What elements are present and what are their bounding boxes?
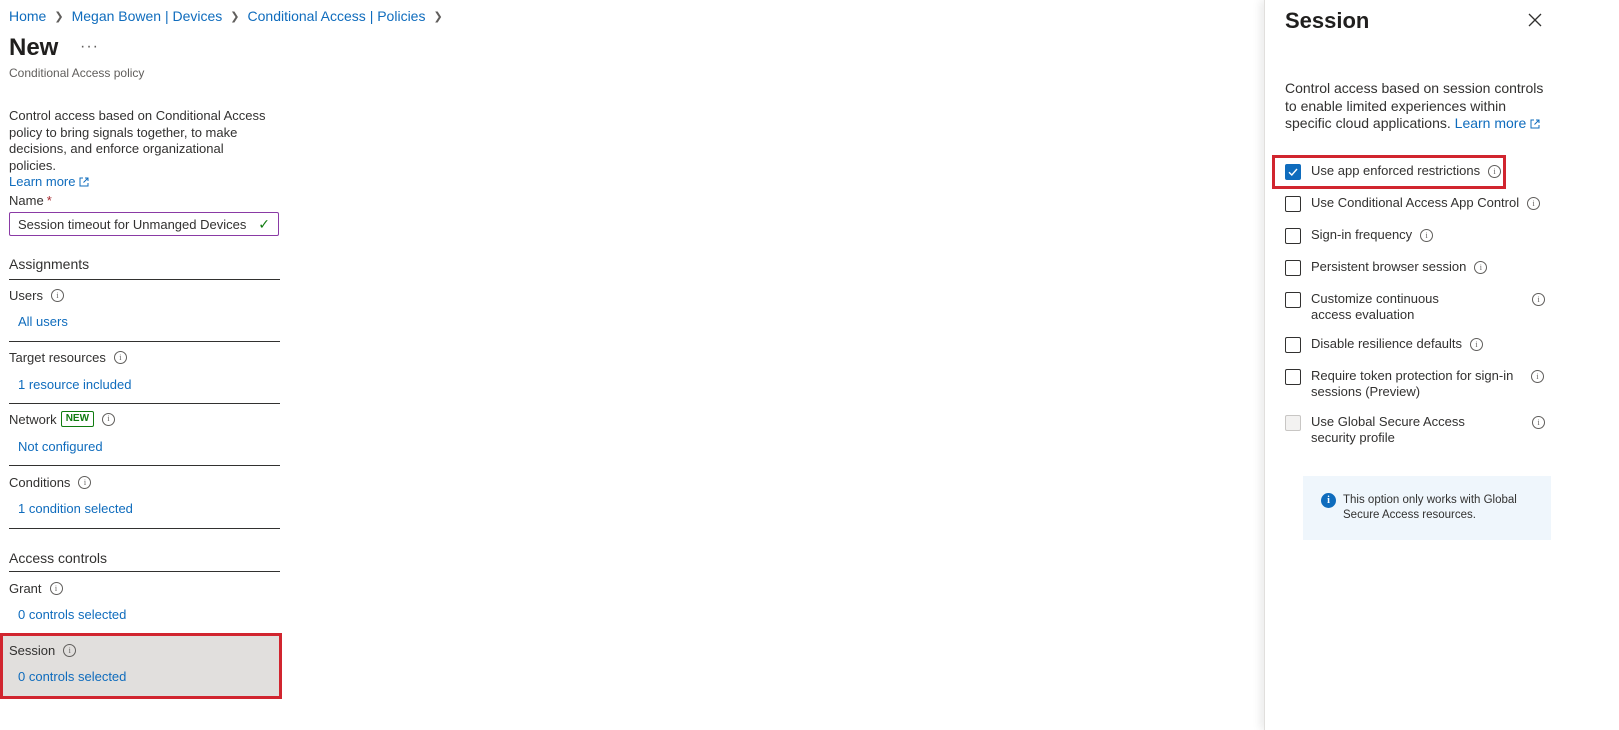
info-icon[interactable]: i <box>1474 261 1488 274</box>
chevron-right-icon: ❯ <box>433 10 443 23</box>
grant-link[interactable]: 0 controls selected <box>18 607 126 622</box>
checkbox[interactable] <box>1285 260 1301 276</box>
divider <box>9 403 280 404</box>
divider <box>9 571 280 572</box>
target-resources-link[interactable]: 1 resource included <box>18 377 131 392</box>
checkbox[interactable] <box>1285 196 1301 212</box>
session-label-text: Session <box>9 643 56 658</box>
more-options-button[interactable]: ··· <box>80 38 99 56</box>
checkbox-disabled <box>1285 415 1301 431</box>
option-label: Sign-in frequency <box>1311 227 1413 242</box>
checkbox[interactable] <box>1285 369 1301 385</box>
learn-more-label: Learn more <box>9 174 76 189</box>
blade-learn-more-label: Learn more <box>1454 115 1527 131</box>
info-icon[interactable]: i <box>49 582 63 595</box>
option-label: Require token protection for sign-in ses… <box>1311 368 1514 399</box>
page-subtitle: Conditional Access policy <box>9 66 145 80</box>
info-icon[interactable]: i <box>102 412 116 426</box>
info-icon[interactable]: i <box>1532 416 1545 429</box>
breadcrumb-home[interactable]: Home <box>9 8 46 24</box>
info-filled-icon: i <box>1321 493 1336 508</box>
close-icon[interactable] <box>1527 12 1543 28</box>
network-label-text: Network <box>9 411 57 427</box>
blade-title: Session <box>1285 8 1370 33</box>
option-label: Customize continuous access evaluation <box>1311 291 1439 322</box>
new-badge: NEW <box>60 411 95 427</box>
option-app-control[interactable]: Use Conditional Access App Control i <box>1285 195 1541 212</box>
divider <box>9 279 280 280</box>
divider <box>9 465 280 466</box>
checkbox[interactable] <box>1285 228 1301 244</box>
chevron-right-icon: ❯ <box>54 10 64 23</box>
checkmark-icon: ✓ <box>258 215 270 232</box>
info-icon[interactable]: i <box>1532 293 1545 306</box>
intro: Control access based on Conditional Acce… <box>9 108 280 191</box>
breadcrumb-policies[interactable]: Conditional Access | Policies <box>248 8 426 24</box>
external-link-icon <box>1530 119 1540 129</box>
name-label: Name * <box>9 193 52 208</box>
info-icon[interactable]: i <box>50 289 64 302</box>
target-resources-label: Target resources i <box>9 350 127 365</box>
external-link-icon <box>79 177 89 187</box>
option-label: Disable resilience defaults <box>1311 336 1463 351</box>
option-disable-resilience-defaults[interactable]: Disable resilience defaults i <box>1285 336 1484 353</box>
highlight-app-enforced-restrictions <box>1272 155 1506 189</box>
blade-learn-more-link[interactable]: Learn more <box>1455 115 1541 131</box>
option-global-secure-access[interactable]: Use Global Secure Access security profil… <box>1285 414 1545 445</box>
info-message: i This option only works with Global Sec… <box>1303 476 1551 540</box>
conditions-label: Conditions i <box>9 475 92 490</box>
option-label: Use Conditional Access App Control <box>1311 195 1520 210</box>
users-label: Users i <box>9 288 64 303</box>
info-icon[interactable]: i <box>1420 229 1434 242</box>
option-label: Use Global Secure Access security profil… <box>1311 414 1465 445</box>
info-icon[interactable]: i <box>78 476 92 489</box>
page-title: New <box>9 34 59 61</box>
conditions-link[interactable]: 1 condition selected <box>18 501 133 516</box>
name-input[interactable] <box>18 216 259 232</box>
name-label-text: Name <box>9 193 44 208</box>
info-icon[interactable]: i <box>1531 370 1544 383</box>
divider <box>9 341 280 342</box>
option-label: Persistent browser session <box>1311 259 1467 274</box>
breadcrumb-devices[interactable]: Megan Bowen | Devices <box>72 8 223 24</box>
session-link[interactable]: 0 controls selected <box>18 669 126 684</box>
intro-description: Control access based on Conditional Acce… <box>9 108 266 173</box>
users-label-text: Users <box>9 288 43 303</box>
required-indicator: * <box>46 193 52 208</box>
option-continuous-access-evaluation[interactable]: Customize continuous access evaluation i <box>1285 291 1545 322</box>
network-link[interactable]: Not configured <box>18 439 103 454</box>
session-blade: Session Control access based on session … <box>1264 0 1619 730</box>
learn-more-link[interactable]: Learn more <box>9 174 89 189</box>
option-token-protection[interactable]: Require token protection for sign-in ses… <box>1285 368 1550 399</box>
chevron-right-icon: ❯ <box>230 10 240 23</box>
users-link[interactable]: All users <box>18 314 68 329</box>
checkbox[interactable] <box>1285 337 1301 353</box>
assignments-heading: Assignments <box>9 256 90 272</box>
conditions-label-text: Conditions <box>9 475 71 490</box>
checkbox[interactable] <box>1285 292 1301 308</box>
info-icon[interactable]: i <box>63 644 77 657</box>
option-sign-in-frequency[interactable]: Sign-in frequency i <box>1285 227 1434 244</box>
info-message-text: This option only works with Global Secur… <box>1343 494 1517 521</box>
info-icon[interactable]: i <box>1527 197 1541 210</box>
target-resources-label-text: Target resources <box>9 350 106 365</box>
intro-text: Control access based on Conditional Acce… <box>9 108 271 191</box>
blade-description: Control access based on session controls… <box>1285 80 1555 133</box>
divider <box>9 528 280 529</box>
access-controls-heading: Access controls <box>9 550 108 566</box>
grant-label: Grant i <box>9 581 63 596</box>
grant-label-text: Grant <box>9 581 42 596</box>
info-icon[interactable]: i <box>1470 338 1484 351</box>
network-label: Network NEW i <box>9 411 116 427</box>
session-label: Session i <box>9 643 77 658</box>
name-field[interactable]: ✓ <box>9 212 279 236</box>
option-persistent-browser-session[interactable]: Persistent browser session i <box>1285 259 1488 276</box>
info-icon[interactable]: i <box>113 351 127 364</box>
breadcrumb: Home ❯ Megan Bowen | Devices ❯ Condition… <box>9 8 451 24</box>
